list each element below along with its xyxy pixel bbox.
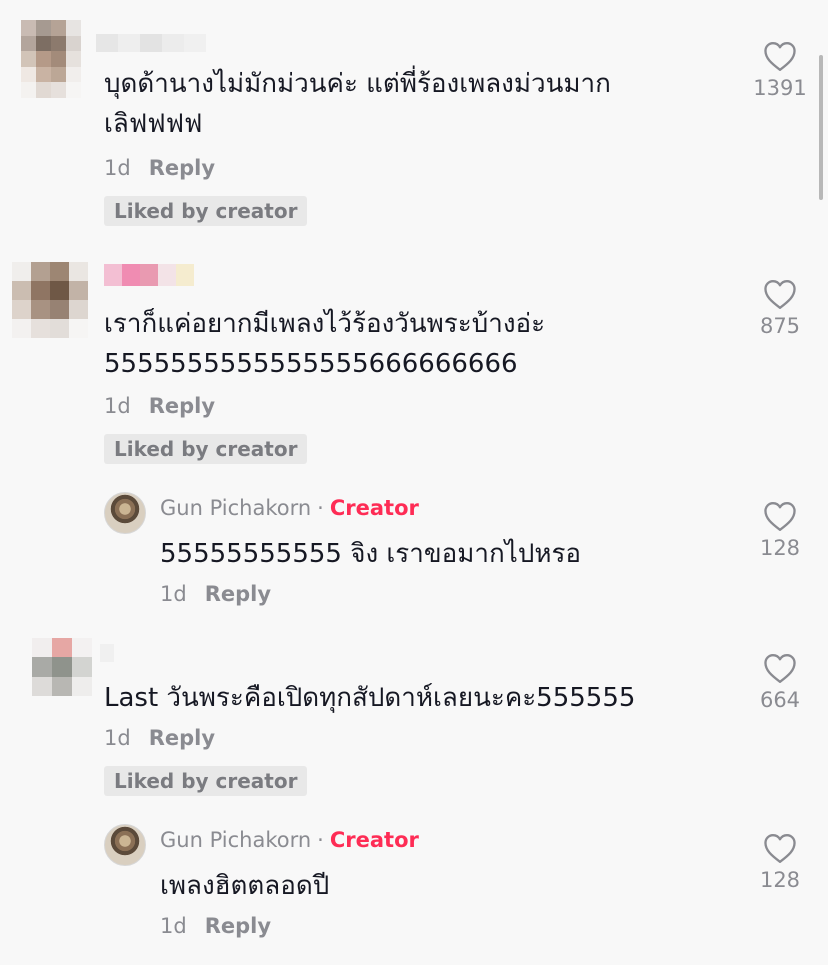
comment-meta: 1d Reply: [104, 394, 215, 418]
avatar[interactable]: [12, 262, 88, 338]
heart-outline-icon[interactable]: [762, 500, 798, 532]
like-button[interactable]: 128: [745, 832, 815, 892]
like-count: 875: [759, 314, 801, 338]
heart-outline-icon[interactable]: [762, 652, 798, 684]
reply-meta: 1d Reply: [160, 582, 271, 606]
timestamp: 1d: [104, 726, 131, 750]
like-button[interactable]: 128: [745, 500, 815, 560]
avatar[interactable]: [32, 638, 92, 696]
liked-by-creator-badge: Liked by creator: [104, 434, 308, 464]
comment-text: เราก็แค่อยากมีเพลงไว้ร้องวันพระบ้างอ่ะ 5…: [104, 309, 546, 379]
reply-button[interactable]: Reply: [205, 582, 271, 606]
liked-by-creator-badge: Liked by creator: [104, 196, 308, 226]
liked-by-creator-badge: Liked by creator: [104, 766, 308, 796]
comment-text: บุดด้านางไม่มักม่วนค่ะ แต่พี่ร้องเพลงม่ว…: [104, 69, 611, 139]
reply-username[interactable]: Gun Pichakorn: [160, 496, 311, 520]
like-count: 1391: [753, 76, 807, 100]
comments-panel: บุดด้านางไม่มักม่วนค่ะ แต่พี่ร้องเพลงม่ว…: [0, 0, 828, 965]
reply-button[interactable]: Reply: [149, 394, 215, 418]
timestamp: 1d: [160, 914, 187, 938]
like-button[interactable]: 664: [745, 652, 815, 712]
timestamp: 1d: [104, 156, 131, 180]
comment-meta: 1d Reply: [104, 156, 215, 180]
reply-author: Gun Pichakorn · Creator: [160, 496, 419, 520]
comment-text: Last วันพระคือเปิดทุกสัปดาห์เลยนะคะ55555…: [104, 683, 636, 713]
reply-username[interactable]: Gun Pichakorn: [160, 828, 311, 852]
heart-outline-icon[interactable]: [762, 278, 798, 310]
reply-text: เพลงฮิตตลอดปี: [160, 871, 330, 901]
username-blurred[interactable]: [104, 264, 194, 286]
comment-meta: 1d Reply: [104, 726, 215, 750]
separator-dot: ·: [317, 828, 324, 852]
scrollbar[interactable]: [819, 55, 823, 200]
creator-badge: Creator: [329, 828, 419, 852]
like-count: 128: [759, 868, 801, 892]
reply-button[interactable]: Reply: [205, 914, 271, 938]
creator-badge: Creator: [329, 496, 419, 520]
reply-meta: 1d Reply: [160, 914, 271, 938]
username-blurred[interactable]: [100, 644, 114, 662]
reply-button[interactable]: Reply: [149, 726, 215, 750]
like-button[interactable]: 875: [745, 278, 815, 338]
creator-avatar[interactable]: [104, 492, 146, 534]
username-blurred[interactable]: [96, 34, 206, 52]
heart-outline-icon[interactable]: [762, 40, 798, 72]
creator-avatar[interactable]: [104, 824, 146, 866]
heart-outline-icon[interactable]: [762, 832, 798, 864]
like-count: 664: [759, 688, 801, 712]
avatar[interactable]: [21, 20, 81, 98]
separator-dot: ·: [317, 496, 324, 520]
reply-button[interactable]: Reply: [149, 156, 215, 180]
like-button[interactable]: 1391: [745, 40, 815, 100]
timestamp: 1d: [160, 582, 187, 606]
reply-author: Gun Pichakorn · Creator: [160, 828, 419, 852]
timestamp: 1d: [104, 394, 131, 418]
reply-text: 55555555555 จิง เราขอมากไปหรอ: [160, 539, 582, 569]
like-count: 128: [759, 536, 801, 560]
